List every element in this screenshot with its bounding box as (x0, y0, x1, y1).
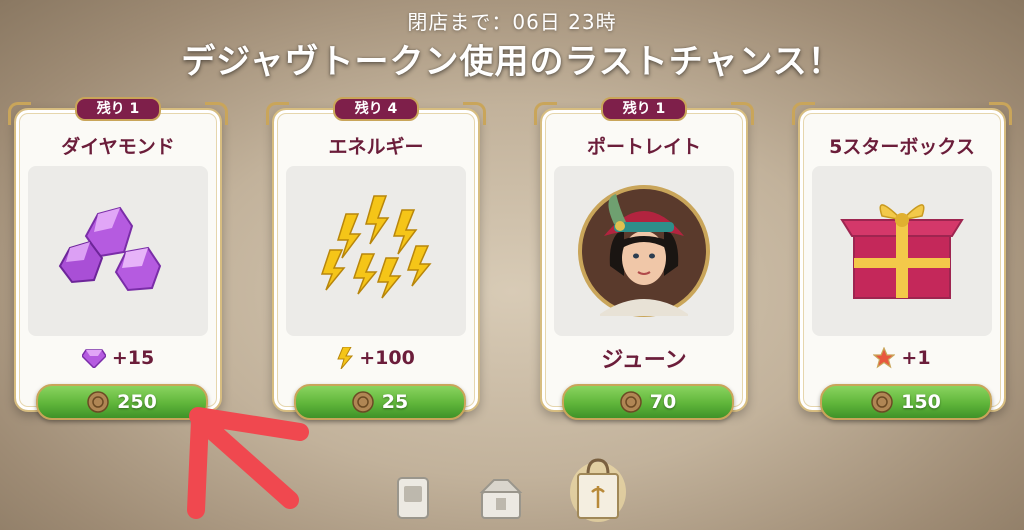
offer-title: ポートレイト (586, 136, 701, 158)
tab-shop[interactable] (570, 452, 626, 530)
offer-title: エネルギー (328, 136, 424, 158)
diamond-gems-icon (58, 206, 162, 292)
offer-amount: +15 (16, 346, 220, 370)
offer-title: 5スターボックス (829, 136, 975, 158)
offer-title: ダイヤモンド (61, 136, 175, 158)
price-label: 150 (901, 391, 941, 413)
offer-card-diamond[interactable]: 残り 1 ダイヤモンド +15 250 (8, 97, 228, 420)
offer-card-portrait[interactable]: 残り 1 ポートレイト ジューン 70 (534, 97, 754, 420)
buy-button[interactable]: 70 (562, 384, 734, 420)
buy-button[interactable]: 150 (820, 384, 992, 420)
remaining-badge: 残り 4 (333, 97, 419, 121)
offer-amount: +1 (800, 346, 1004, 370)
offer-card-five-star-box[interactable]: 5スターボックス +1 150 (792, 102, 1012, 420)
lightning-bolts-icon (320, 195, 432, 299)
gift-box-icon (840, 204, 964, 299)
card-tab-icon (397, 477, 429, 519)
dejavu-token-icon (87, 391, 109, 413)
star-icon (873, 347, 896, 369)
buy-button[interactable]: 250 (36, 384, 208, 420)
remaining-badge: 残り 1 (601, 97, 687, 121)
box-tab-icon (479, 479, 523, 519)
offer-image-energy (286, 166, 466, 336)
tab-cards[interactable] (392, 472, 434, 528)
shopping-bag-tab-icon (570, 458, 626, 522)
price-label: 70 (649, 391, 677, 413)
amount-value: +1 (901, 347, 931, 369)
offer-image-giftbox (812, 166, 992, 336)
diamond-icon (81, 349, 106, 368)
offer-character-name: ジューン (601, 348, 687, 373)
buy-button[interactable]: 25 (294, 384, 466, 420)
dejavu-token-icon (871, 391, 893, 413)
page-title: デジャヴトークン使用のラストチャンス！ (181, 42, 843, 82)
remaining-badge: 残り 1 (75, 97, 161, 121)
amount-value: +15 (111, 347, 155, 369)
price-label: 250 (117, 391, 157, 413)
offer-image-diamonds (28, 166, 208, 336)
dejavu-token-icon (352, 391, 374, 413)
offer-card-energy[interactable]: 残り 4 エネルギー +100 25 (266, 97, 486, 420)
tab-box[interactable] (474, 470, 528, 528)
price-label: 25 (381, 391, 409, 413)
offer-amount: +100 (274, 346, 478, 370)
offer-image-portrait (554, 166, 734, 336)
amount-value: +100 (359, 347, 415, 369)
shop-timer: 閉店まで：06日 23時 (407, 10, 617, 34)
dejavu-token-icon (620, 391, 642, 413)
june-portrait-icon (578, 185, 710, 317)
lightning-icon (337, 347, 354, 369)
